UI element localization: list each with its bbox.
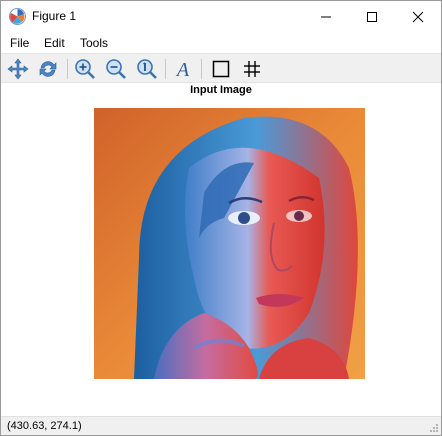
pan-button[interactable]: [6, 57, 30, 81]
cursor-coordinates: (430.63, 274.1): [7, 420, 82, 432]
text-button[interactable]: A: [171, 57, 195, 81]
status-bar: (430.63, 274.1): [1, 416, 441, 435]
title-bar[interactable]: Figure 1: [1, 1, 441, 32]
zoom-in-button[interactable]: [73, 57, 97, 81]
zoom-out-icon: [106, 59, 126, 79]
toolbar: A: [1, 53, 441, 83]
grid-button[interactable]: [240, 57, 264, 81]
maximize-icon: [367, 12, 377, 22]
resize-grip-icon[interactable]: [429, 423, 439, 433]
figure-title: Input Image: [190, 84, 252, 96]
zoom-in-icon: [75, 59, 95, 79]
rotate-icon: [39, 61, 57, 77]
svg-text:A: A: [175, 59, 190, 81]
figure-window: Figure 1 File Edit Tools A Input Image (…: [0, 0, 442, 436]
toolbar-separator: [67, 59, 68, 79]
menu-bar: File Edit Tools: [1, 32, 441, 53]
toolbar-separator: [201, 59, 202, 79]
close-icon: [412, 11, 424, 23]
zoom-fit-button[interactable]: [135, 57, 159, 81]
menu-edit[interactable]: Edit: [44, 36, 65, 50]
input-image: [94, 108, 365, 379]
pan-icon: [7, 58, 29, 80]
axes-box-button[interactable]: [209, 57, 233, 81]
menu-tools[interactable]: Tools: [80, 36, 108, 50]
menu-file[interactable]: File: [10, 36, 29, 50]
matplotlib-icon: [9, 8, 26, 25]
minimize-icon: [321, 16, 331, 18]
toolbar-separator: [165, 59, 166, 79]
grid-icon: [244, 61, 260, 77]
text-icon: A: [175, 59, 190, 81]
portrait-photo: [94, 108, 365, 379]
axes-box-icon: [212, 60, 230, 78]
close-button[interactable]: [395, 1, 441, 32]
rotate-button[interactable]: [36, 57, 60, 81]
maximize-button[interactable]: [349, 1, 395, 32]
minimize-button[interactable]: [303, 1, 349, 32]
zoom-out-button[interactable]: [104, 57, 128, 81]
zoom-fit-icon: [137, 59, 157, 79]
window-title: Figure 1: [32, 9, 77, 23]
